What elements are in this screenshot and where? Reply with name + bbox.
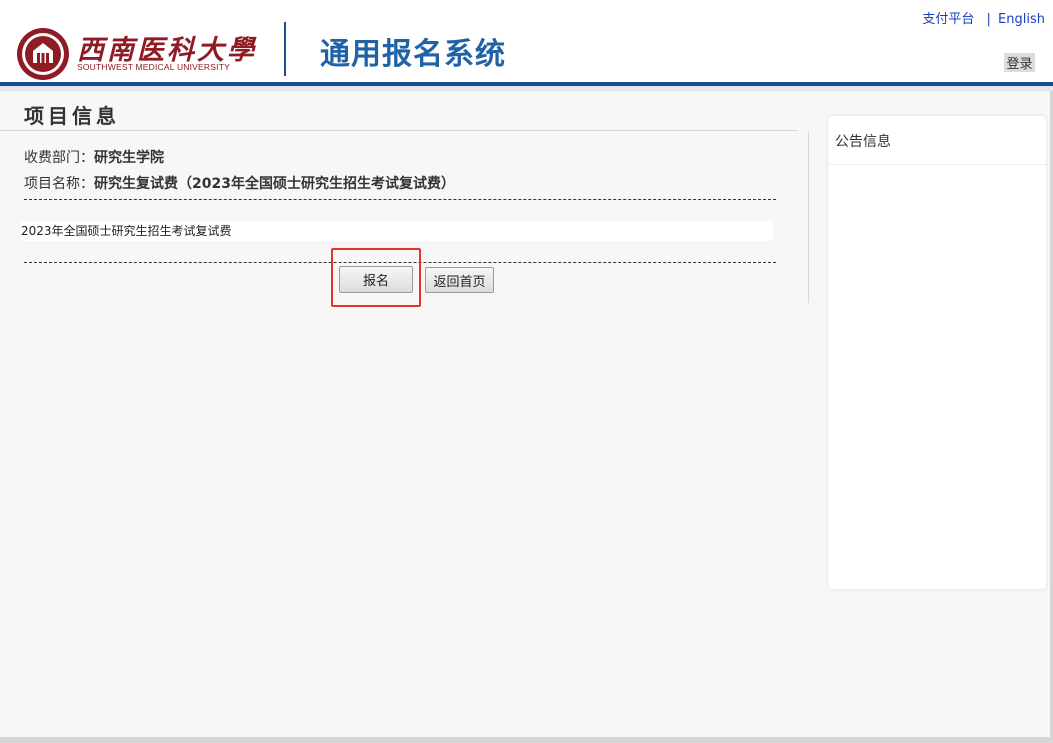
dashed-divider-top <box>24 199 776 200</box>
title-divider <box>0 130 798 131</box>
project-info-panel: 项目信息 收费部门：研究生学院 项目名称：研究生复试费（2023年全国硕士研究生… <box>0 91 810 731</box>
link-separator: | <box>986 12 991 27</box>
logo-divider <box>284 22 286 76</box>
project-label: 项目名称： <box>24 176 94 192</box>
department-value: 研究生学院 <box>94 150 164 166</box>
announcement-divider <box>828 164 1046 165</box>
system-title: 通用报名系统 <box>320 37 506 72</box>
announcement-panel: 公告信息 <box>828 116 1046 589</box>
pay-platform-link[interactable]: 支付平台 <box>922 12 974 27</box>
window-bottom-edge <box>0 737 1053 743</box>
login-button[interactable]: 登录 <box>1004 53 1035 72</box>
register-highlight-box <box>331 248 421 307</box>
department-row: 收费部门：研究生学院 <box>24 147 164 167</box>
project-row: 项目名称：研究生复试费（2023年全国硕士研究生招生考试复试费） <box>24 173 455 193</box>
english-link[interactable]: English <box>998 12 1045 27</box>
project-description: 2023年全国硕士研究生招生考试复试费 <box>21 221 773 241</box>
vertical-divider <box>808 131 809 303</box>
header: 西南医科大學 SOUTHWEST MEDICAL UNIVERSITY 通用报名… <box>0 0 1053 84</box>
back-home-button[interactable]: 返回首页 <box>425 267 494 293</box>
section-title: 项目信息 <box>24 104 120 128</box>
university-seal-icon <box>17 28 69 80</box>
announcement-title: 公告信息 <box>835 134 891 150</box>
department-label: 收费部门： <box>24 150 94 166</box>
university-name-en: SOUTHWEST MEDICAL UNIVERSITY <box>77 62 230 72</box>
project-value: 研究生复试费（2023年全国硕士研究生招生考试复试费） <box>94 176 455 192</box>
top-links: 支付平台 | English <box>922 8 1045 27</box>
